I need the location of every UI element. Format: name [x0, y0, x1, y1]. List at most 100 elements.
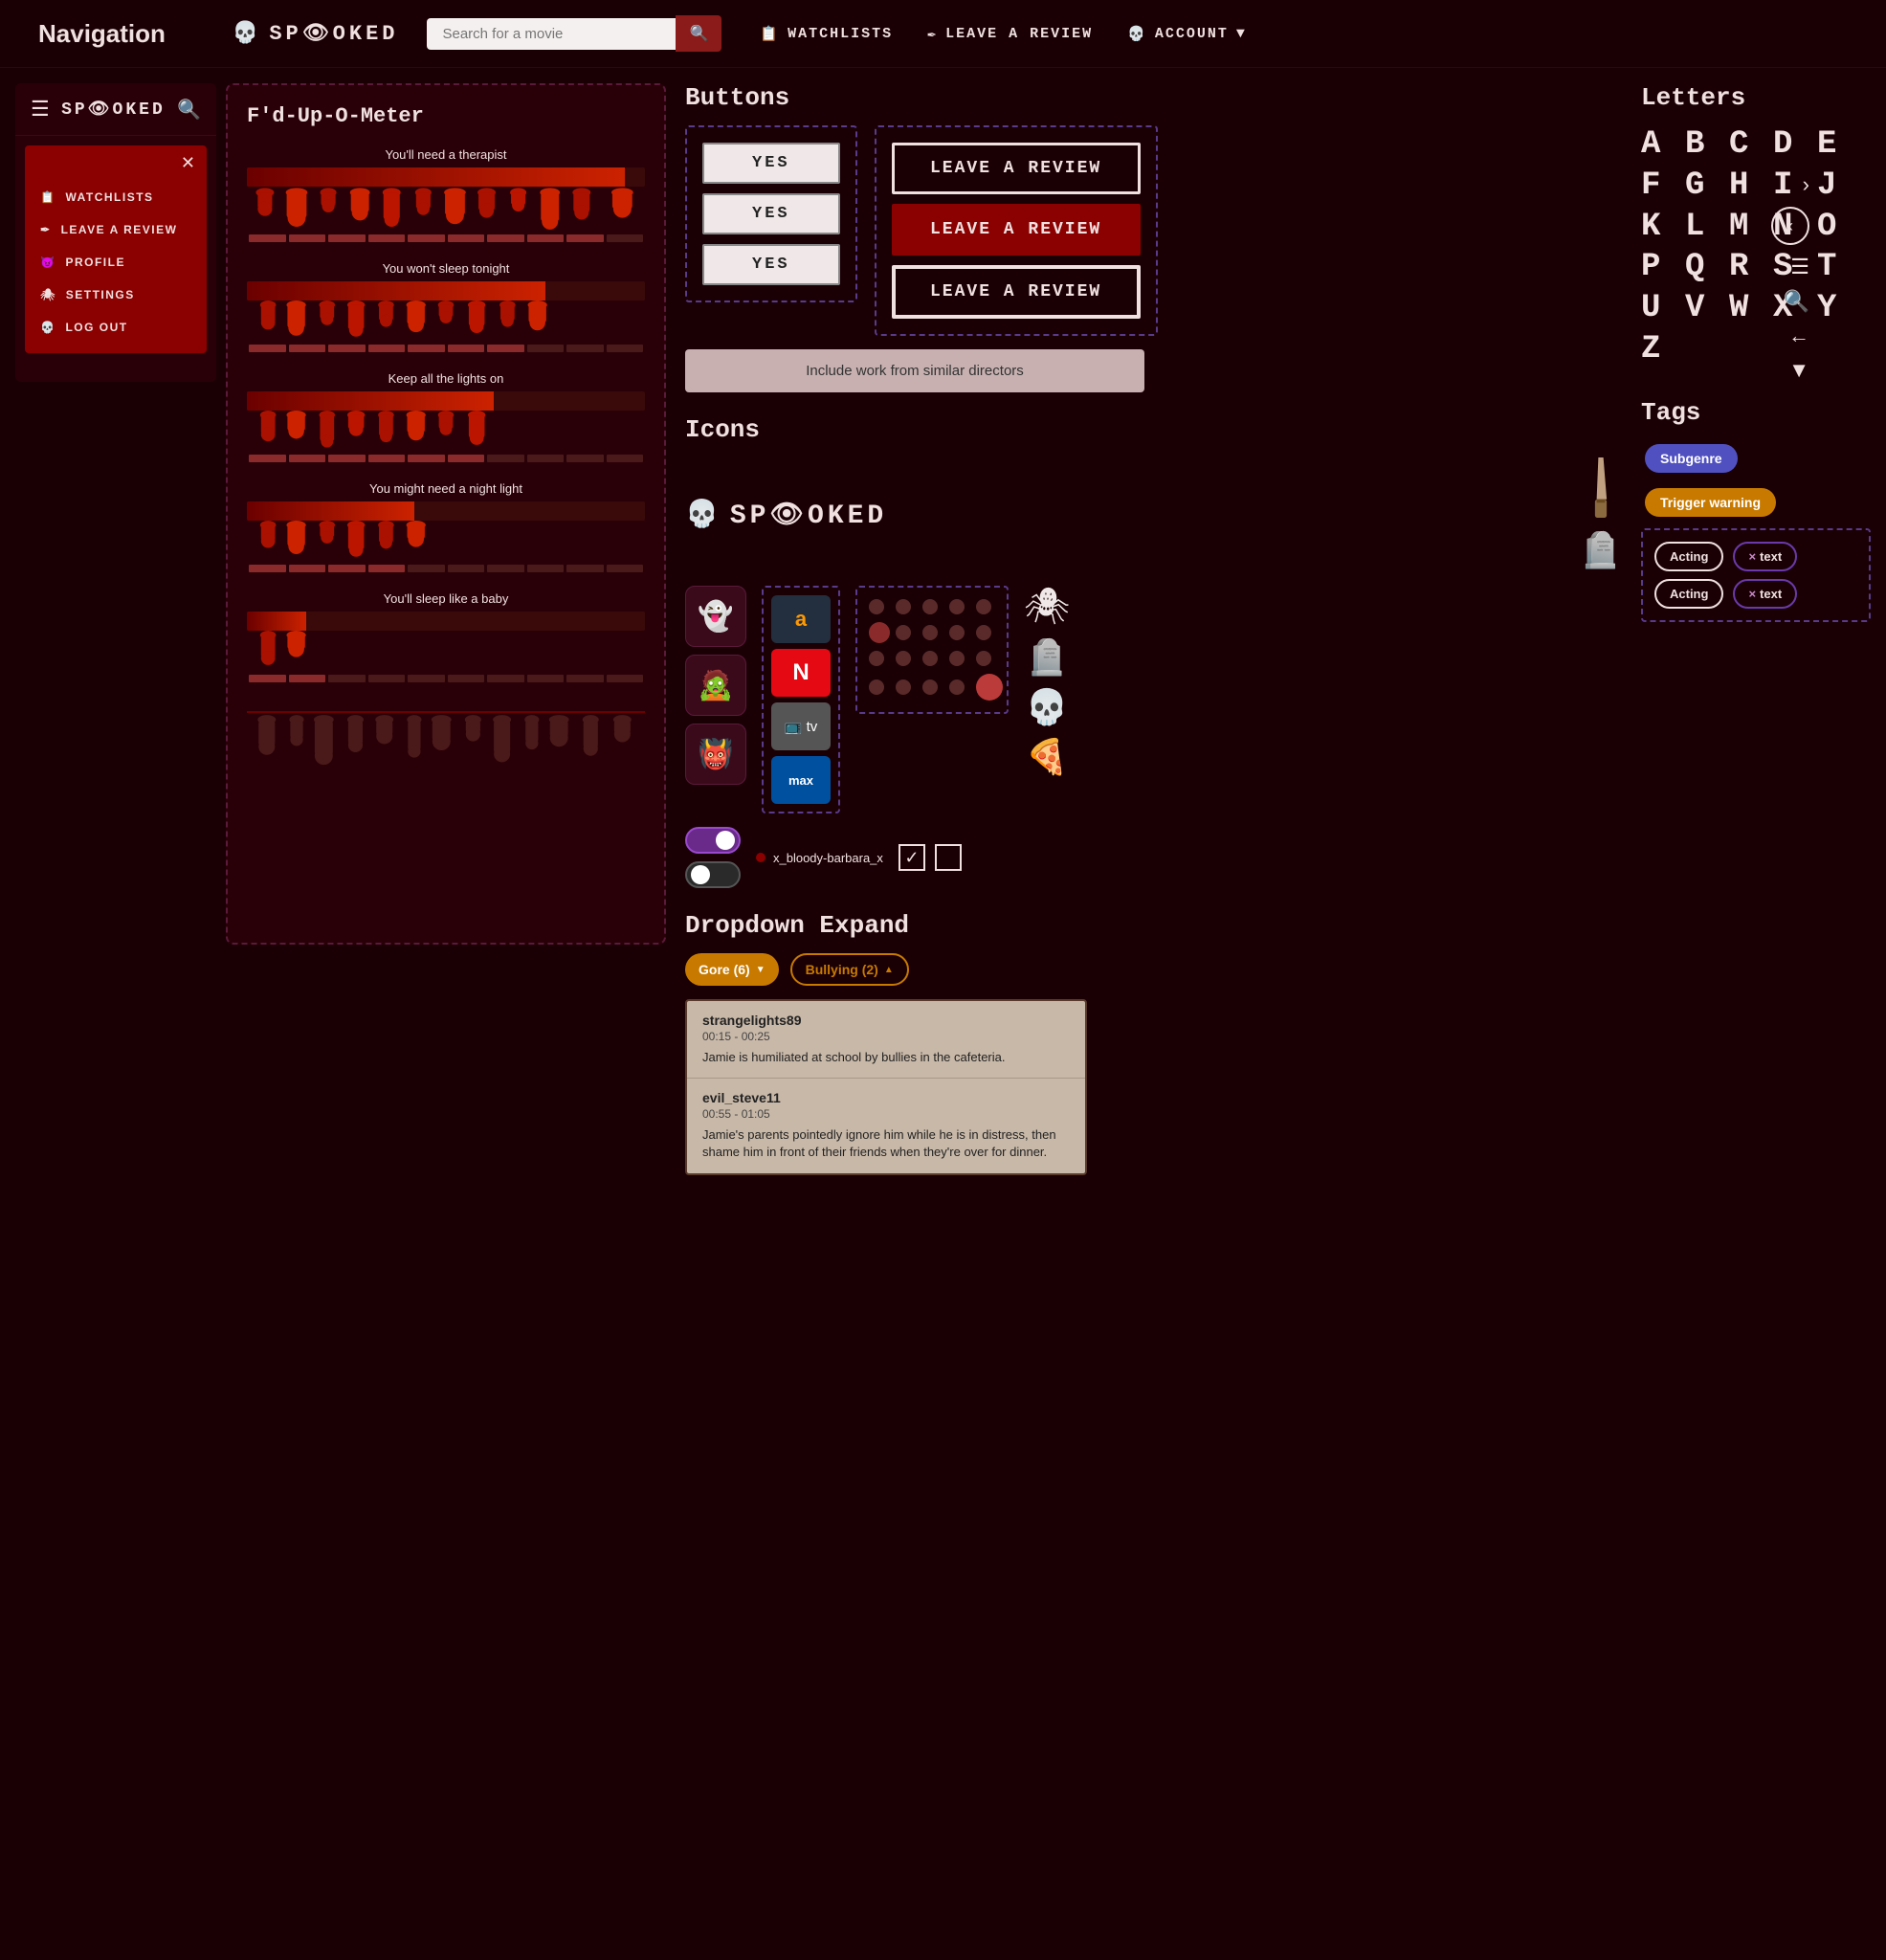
review-sidebar-label: LEAVE A REVIEW [61, 223, 178, 236]
nav-title: Navigation [38, 19, 166, 49]
letter-J: J [1817, 167, 1859, 206]
trigger-label: Trigger warning [1660, 495, 1761, 510]
chevron-right-icon[interactable]: › [1803, 172, 1809, 197]
icons-skull-icon: 💀 [685, 498, 722, 531]
dropdown-content: strangelights89 00:15 - 00:25 Jamie is h… [685, 999, 1087, 1175]
gravestone-icon: 🪦 [1579, 530, 1622, 570]
letter-Z: Z [1641, 330, 1683, 369]
mobile-logo: SP👁OKED [61, 99, 166, 120]
buttons-section: Buttons YES YES YES LEAVE A REVIEW LEAVE… [685, 83, 1622, 392]
dropdown-arrow-icon[interactable]: ▼ [1788, 358, 1809, 383]
fudom-section: F'd-Up-O-Meter You'll need a therapist [226, 83, 666, 945]
dropdown-tag-bullying[interactable]: Bullying (2) ▲ [790, 953, 909, 986]
letter-D: D [1773, 125, 1815, 165]
meter-label-2: You won't sleep tonight [247, 261, 645, 276]
letter-E: E [1817, 125, 1859, 165]
gore-arrow: ▼ [756, 965, 765, 975]
dropdown-title: Dropdown Expand [685, 911, 1622, 940]
mobile-nav-header: ☰ SP👁OKED 🔍 [15, 83, 216, 136]
include-directors-btn[interactable]: Include work from similar directors [685, 349, 1144, 392]
icons-section: Icons 💀 SP👁OKED 🪦 [685, 415, 1622, 888]
leave-review-btn-3[interactable]: LEAVE A REVIEW [892, 265, 1141, 319]
username-display: x_bloody-barbara_x [756, 851, 883, 865]
toggle-on[interactable] [685, 827, 741, 854]
netflix-btn[interactable]: N [771, 649, 831, 697]
toggle-off[interactable] [685, 861, 741, 888]
letter-H: H [1729, 167, 1771, 206]
back-circle-icon[interactable]: ‹ [1771, 207, 1809, 245]
meter-item-2: You won't sleep tonight [247, 261, 645, 352]
tags-title: Tags [1641, 398, 1871, 427]
close-button[interactable]: ✕ [25, 149, 207, 181]
review-icon: ✒ [927, 25, 938, 43]
letter-F: F [1641, 167, 1683, 206]
letter-A: A [1641, 125, 1683, 165]
search-nav-icon[interactable]: 🔍 [1784, 289, 1809, 314]
yes-button-1[interactable]: YES [702, 143, 840, 184]
ghost-icon-2: 🧟 [685, 655, 746, 716]
tag-subgenre[interactable]: Subgenre [1645, 444, 1738, 473]
max-btn[interactable]: max [771, 756, 831, 804]
hamburger-nav-icon[interactable]: ☰ [1790, 255, 1809, 279]
tag-text-1[interactable]: × text [1733, 542, 1797, 571]
skull-icon: 💀 [233, 21, 261, 46]
checkbox-row: ✓ [899, 844, 962, 871]
meter-label-1: You'll need a therapist [247, 147, 645, 162]
sidebar-item-leave-review[interactable]: ✒ LEAVE A REVIEW [25, 213, 207, 246]
nav-link-leave-review[interactable]: ✒ LEAVE A REVIEW [927, 25, 1093, 43]
leave-review-btn-2[interactable]: LEAVE A REVIEW [892, 204, 1141, 256]
mobile-search-icon[interactable]: 🔍 [177, 98, 201, 122]
streaming-services-col: a N 📺 tv max [762, 586, 840, 813]
center-panel: Buttons YES YES YES LEAVE A REVIEW LEAVE… [685, 83, 1622, 1175]
letter-G: G [1685, 167, 1727, 206]
review-item-2: evil_steve11 00:55 - 01:05 Jamie's paren… [687, 1079, 1085, 1172]
review-text-2: Jamie's parents pointedly ignore him whi… [702, 1126, 1070, 1161]
tag-text-2[interactable]: × text [1733, 579, 1797, 609]
settings-sidebar-icon: 🕷 [40, 288, 56, 301]
checkbox-unchecked[interactable] [935, 844, 962, 871]
meter-item-4: You might need a night light [247, 481, 645, 572]
apple-tv-btn[interactable]: 📺 tv [771, 702, 831, 750]
dropdown-tag-gore[interactable]: Gore (6) ▼ [685, 953, 779, 986]
watchlist-icon: 📋 [760, 25, 780, 43]
amazon-btn[interactable]: a [771, 595, 831, 643]
toggle-col [685, 827, 741, 888]
leave-review-btn-1[interactable]: LEAVE A REVIEW [892, 143, 1141, 194]
account-arrow: ▼ [1236, 26, 1247, 42]
hamburger-icon[interactable]: ☰ [31, 97, 50, 122]
tag-acting-2[interactable]: Acting [1654, 579, 1723, 609]
sidebar-item-profile[interactable]: 😈 PROFILE [25, 246, 207, 278]
letter-Q: Q [1685, 248, 1727, 287]
text-label-1: text [1760, 549, 1782, 564]
nav-link-watchlists[interactable]: 📋 WATCHLISTS [760, 25, 893, 43]
yes-button-2[interactable]: YES [702, 193, 840, 234]
subgenre-label: Subgenre [1660, 451, 1722, 466]
back-arrow-icon[interactable]: ← [1788, 323, 1809, 348]
checkbox-checked[interactable]: ✓ [899, 844, 925, 871]
sidebar-item-watchlists[interactable]: 📋 WATCHLISTS [25, 181, 207, 213]
tag-acting-1[interactable]: Acting [1654, 542, 1723, 571]
nav-link-account[interactable]: 💀 ACCOUNT ▼ [1127, 25, 1247, 43]
meter-label-4: You might need a night light [247, 481, 645, 496]
review-label: LEAVE A REVIEW [945, 26, 1093, 42]
dropdown-tags-row: Gore (6) ▼ Bullying (2) ▲ [685, 953, 1622, 986]
text-label-2: text [1760, 587, 1782, 601]
tag-trigger-warning[interactable]: Trigger warning [1645, 488, 1776, 517]
search-input[interactable] [427, 18, 676, 50]
yes-button-3[interactable]: YES [702, 244, 840, 285]
letter-W: W [1729, 289, 1771, 328]
review-item-1: strangelights89 00:15 - 00:25 Jamie is h… [687, 1001, 1085, 1079]
sidebar-item-settings[interactable]: 🕷 SETTINGS [25, 278, 207, 311]
sidebar-item-logout[interactable]: 💀 LOG OUT [25, 311, 207, 344]
meter-item-3: Keep all the lights on [247, 371, 645, 462]
main-wrapper: ☰ SP👁OKED 🔍 ✕ 📋 WATCHLISTS ✒ LEAVE A REV… [0, 68, 1886, 1191]
search-button[interactable]: 🔍 [676, 15, 721, 52]
gore-label: Gore (6) [699, 962, 750, 977]
mobile-nav: ☰ SP👁OKED 🔍 ✕ 📋 WATCHLISTS ✒ LEAVE A REV… [15, 83, 216, 382]
ghost-icon-3: 👹 [685, 724, 746, 785]
knife-icon [1586, 457, 1615, 524]
review-sidebar-icon: ✒ [40, 223, 52, 236]
text-x-2: × [1748, 587, 1756, 601]
nav-links: 📋 WATCHLISTS ✒ LEAVE A REVIEW 💀 ACCOUNT … [760, 25, 1246, 43]
letter-O: O [1817, 208, 1859, 247]
